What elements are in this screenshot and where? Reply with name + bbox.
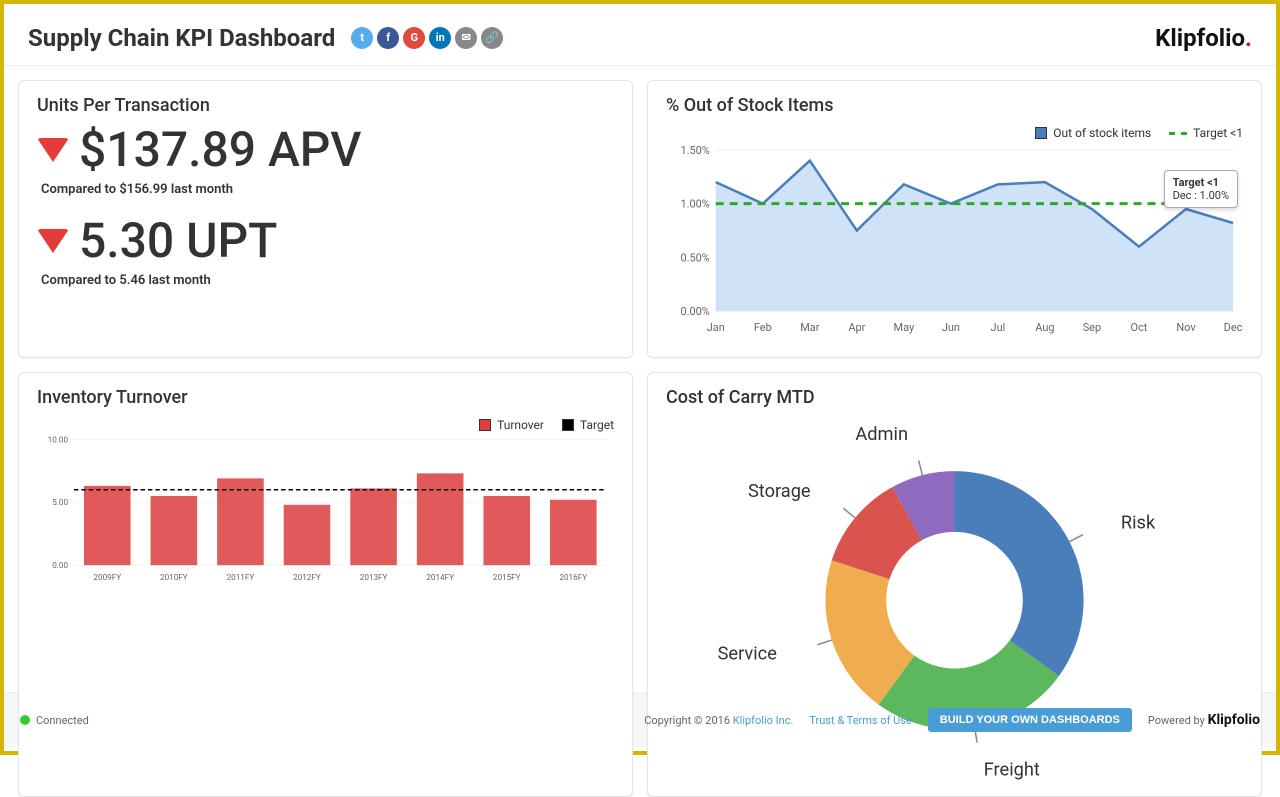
page-title: Supply Chain KPI Dashboard (28, 24, 335, 52)
company-link[interactable]: Klipfolio Inc. (733, 714, 794, 727)
trust-link[interactable]: Trust & Terms of Use (809, 714, 911, 727)
brand-logo[interactable]: Klipfolio. (1155, 24, 1252, 52)
google-plus-icon[interactable]: G (403, 27, 425, 49)
linkedin-icon[interactable]: in (429, 27, 451, 49)
svg-text:Sep: Sep (1083, 321, 1101, 334)
svg-text:0.50%: 0.50% (680, 251, 709, 264)
svg-text:Admin: Admin (855, 424, 908, 445)
dashboard-grid: Units Per Transaction $137.89 APV Compar… (4, 66, 1276, 692)
apv-value: $137.89 APV (79, 126, 361, 174)
apv-sub: Compared to $156.99 last month (41, 182, 614, 197)
svg-text:Nov: Nov (1176, 321, 1196, 334)
stock-svg: 0.00% 0.50% 1.00% 1.50% Jan Feb Mar Apr May Jun J… (666, 140, 1243, 339)
svg-text:1.50%: 1.50% (680, 144, 709, 157)
svg-text:Apr: Apr (848, 321, 865, 334)
svg-text:5.00: 5.00 (52, 497, 68, 507)
stock-title: % Out of Stock Items (666, 95, 1243, 116)
legend-turnover-target: Target (562, 418, 614, 432)
svg-text:0.00%: 0.00% (680, 305, 709, 318)
connected-icon (20, 715, 30, 725)
svg-text:Jul: Jul (991, 321, 1006, 334)
upt-value: 5.30 UPT (79, 217, 277, 265)
svg-text:2014FY: 2014FY (426, 572, 454, 582)
carry-title: Cost of Carry MTD (666, 387, 1243, 408)
svg-text:Mar: Mar (800, 321, 819, 334)
svg-text:2015FY: 2015FY (493, 572, 521, 582)
turnover-chart: 0.00 5.00 10.00 2009FY 2010FY 2011FY 2012FY 20… (37, 432, 614, 782)
svg-text:2011FY: 2011FY (227, 572, 255, 582)
svg-text:2012FY: 2012FY (293, 572, 321, 582)
svg-text:1.00%: 1.00% (680, 198, 709, 211)
turnover-title: Inventory Turnover (37, 387, 614, 408)
twitter-icon[interactable]: t (351, 27, 373, 49)
svg-text:Risk: Risk (1121, 512, 1156, 533)
svg-text:Storage: Storage (748, 481, 811, 502)
legend-stock-target: Target <1 (1169, 126, 1243, 140)
build-button[interactable]: BUILD YOUR OWN DASHBOARDS (928, 708, 1132, 732)
legend-turnover-bar: Turnover (479, 418, 544, 432)
share-icons: t f G in ✉ 🔗 (351, 27, 503, 49)
svg-text:Aug: Aug (1035, 321, 1054, 334)
upt-sub: Compared to 5.46 last month (41, 273, 614, 288)
units-title: Units Per Transaction (37, 95, 614, 116)
svg-text:Jun: Jun (942, 321, 960, 334)
svg-text:Jan: Jan (707, 321, 725, 334)
card-stock: % Out of Stock Items Out of stock items … (647, 80, 1262, 358)
svg-text:Dec: Dec (1224, 321, 1243, 334)
stock-tooltip: Target <1 Dec : 1.00% (1164, 170, 1238, 208)
svg-text:May: May (894, 321, 915, 334)
email-icon[interactable]: ✉ (455, 27, 477, 49)
header: Supply Chain KPI Dashboard t f G in ✉ 🔗 … (4, 4, 1276, 66)
svg-text:2009FY: 2009FY (93, 572, 121, 582)
svg-text:2016FY: 2016FY (559, 572, 587, 582)
legend-stock-line: Out of stock items (1035, 126, 1151, 140)
card-carry: Cost of Carry MTD Risk Freight Service Stor… (647, 372, 1262, 797)
svg-text:Service: Service (718, 643, 777, 664)
link-icon[interactable]: 🔗 (481, 27, 503, 49)
turnover-svg: 0.00 5.00 10.00 2009FY 2010FY 2011FY 2012FY 20… (37, 432, 614, 587)
brand-text: Klipfolio (1155, 24, 1245, 52)
svg-text:Freight: Freight (984, 760, 1040, 781)
facebook-icon[interactable]: f (377, 27, 399, 49)
svg-text:0.00: 0.00 (52, 560, 68, 570)
svg-text:2013FY: 2013FY (360, 572, 388, 582)
stock-chart: Target <1 Dec : 1.00% 0.00% 0.50% 1.00% 1.5… (666, 140, 1243, 343)
svg-text:2010FY: 2010FY (160, 572, 188, 582)
svg-text:Feb: Feb (754, 321, 772, 334)
trend-down-icon (37, 229, 69, 253)
powered-by: Powered by Klipfolio (1148, 712, 1260, 728)
copyright: Copyright © 2016 Klipfolio Inc. (644, 714, 793, 727)
card-units: Units Per Transaction $137.89 APV Compar… (18, 80, 633, 358)
svg-text:Oct: Oct (1131, 321, 1148, 334)
card-turnover: Inventory Turnover Turnover Target 0.00 5… (18, 372, 633, 797)
trend-down-icon (37, 138, 69, 162)
svg-text:10.00: 10.00 (48, 434, 69, 444)
